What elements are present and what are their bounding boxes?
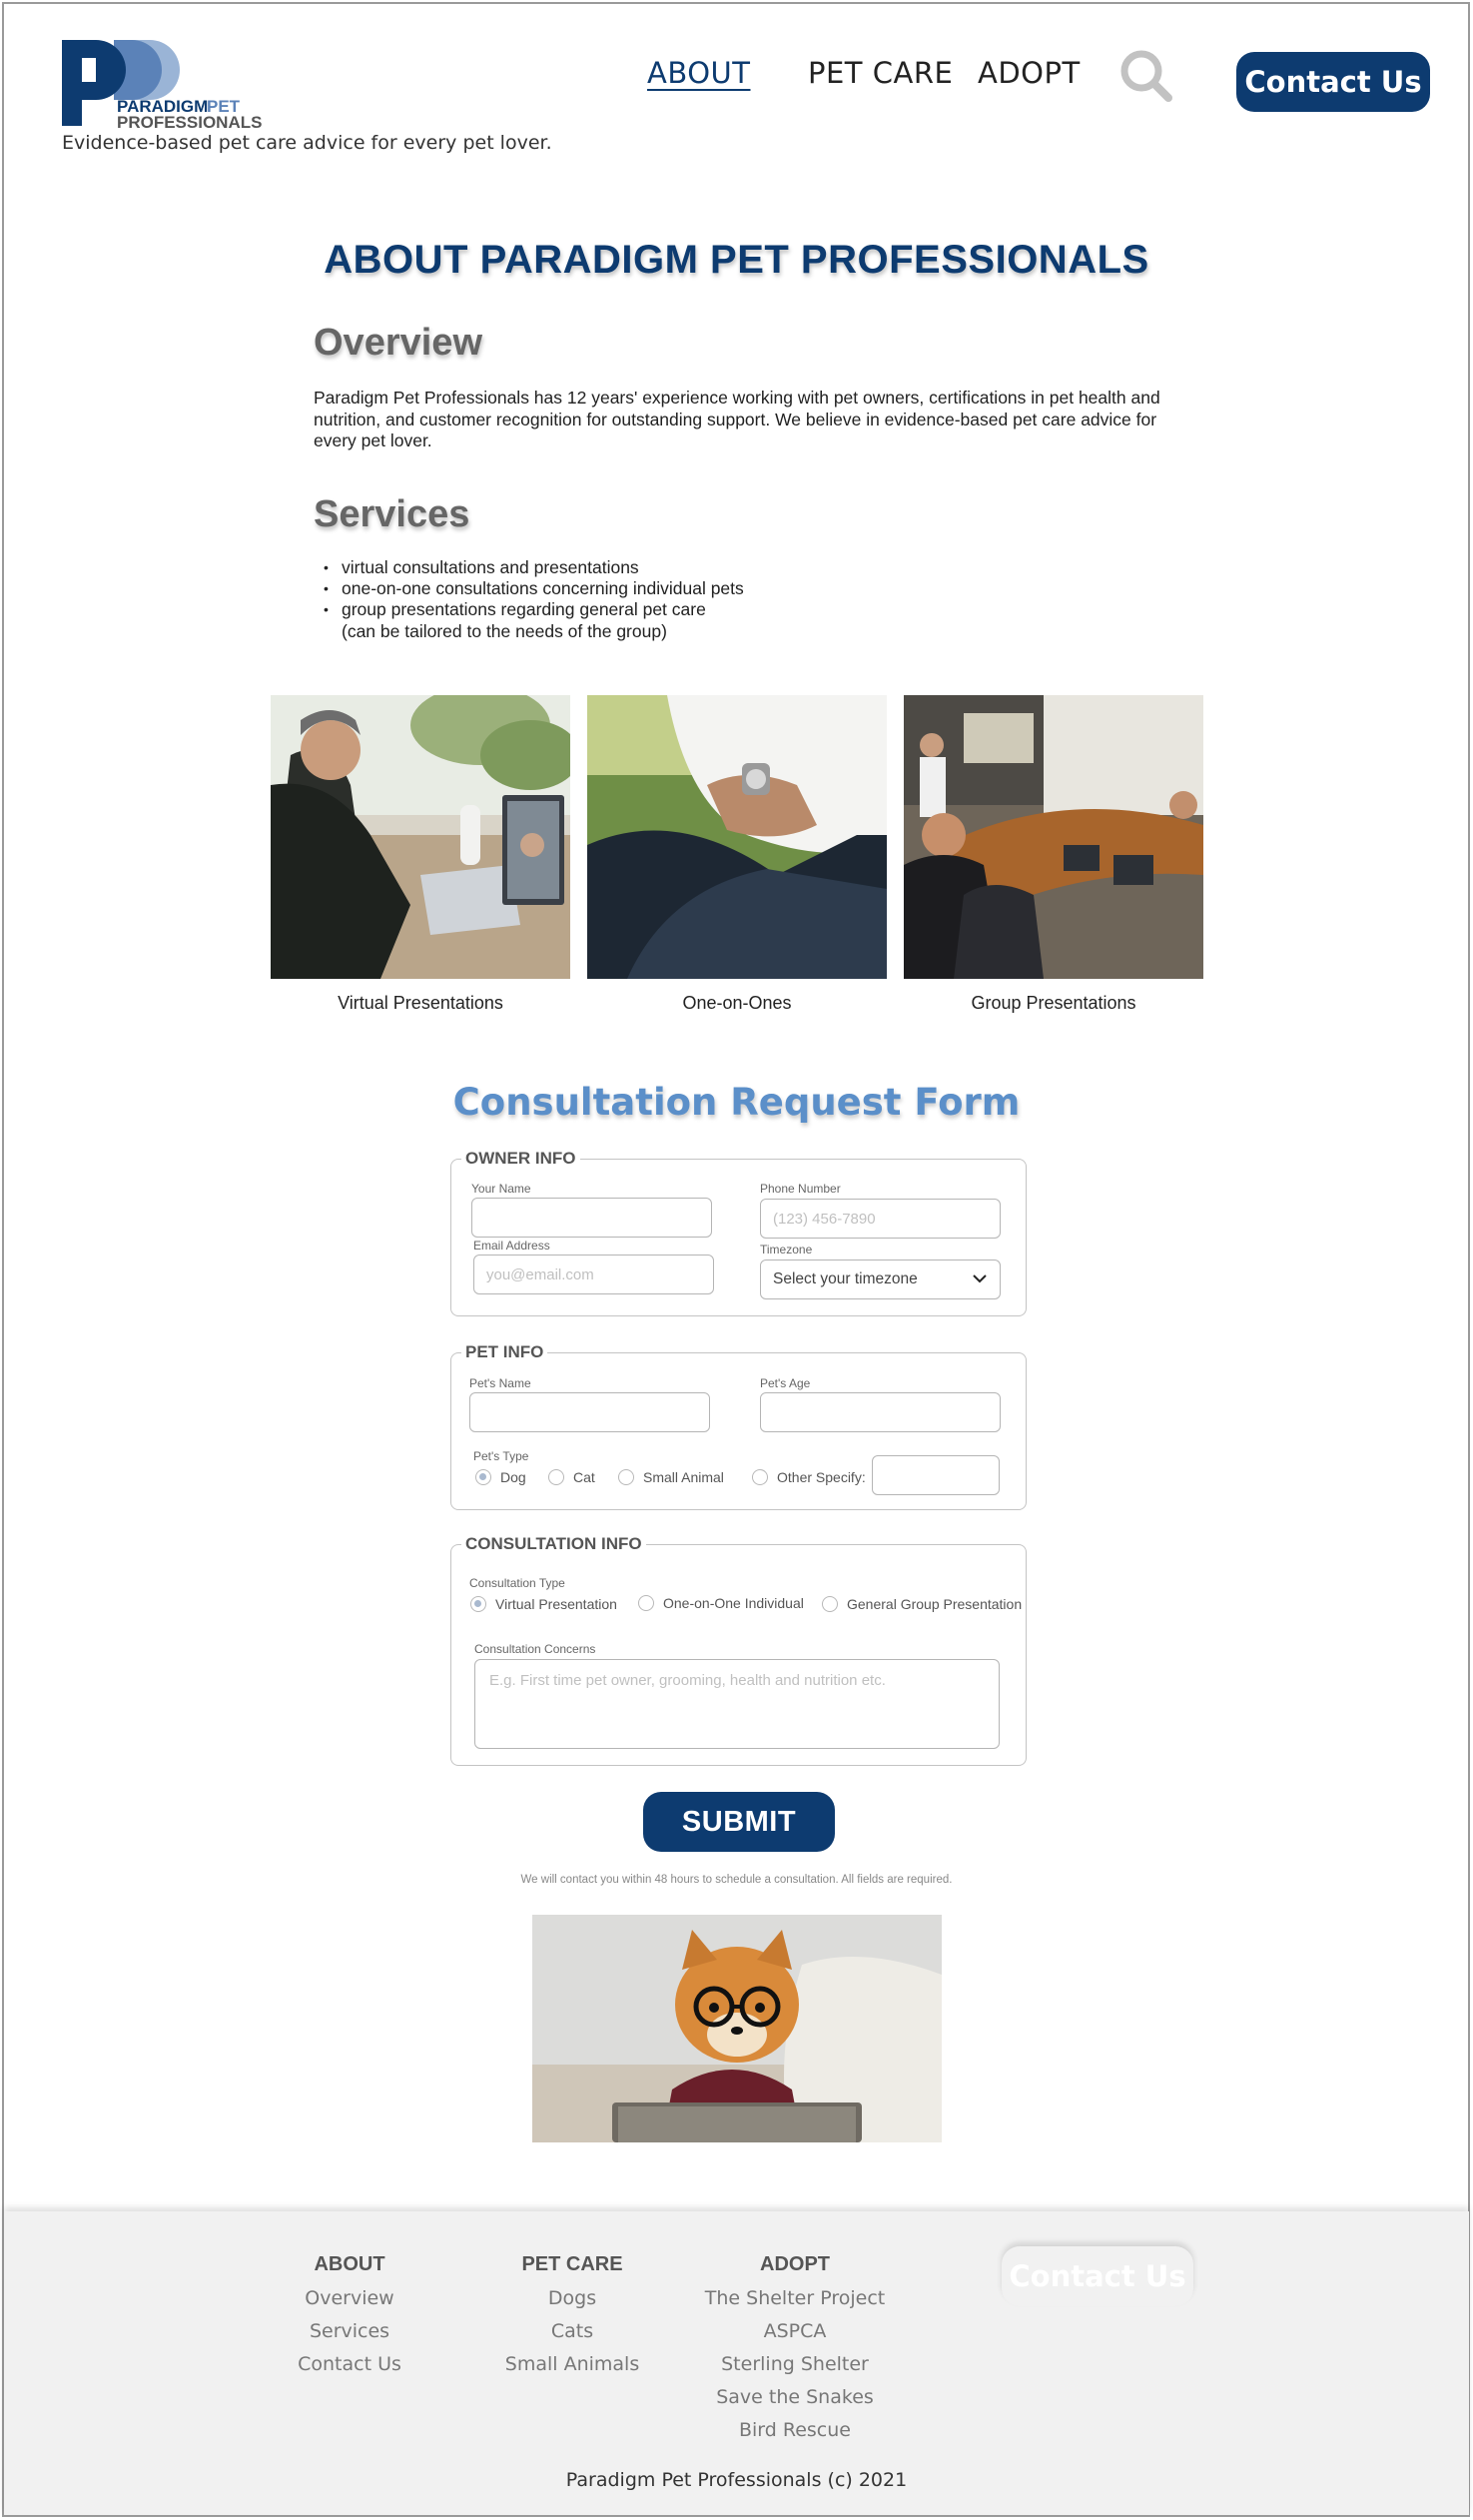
one-on-ones-photo (587, 695, 887, 979)
search-icon[interactable] (1118, 48, 1174, 104)
footer-link-dogs[interactable]: Dogs (497, 2282, 647, 2315)
dog-with-glasses-photo (532, 1915, 942, 2142)
footer-column-pet-care: PET CARE Dogs Cats Small Animals (497, 2249, 647, 2381)
logo[interactable]: PARADIGM PET PROFESSIONALS (62, 38, 282, 132)
radio-icon (822, 1596, 838, 1612)
radio-selected-icon (475, 1469, 491, 1485)
services-list: virtual consultations and presentations … (322, 557, 744, 620)
pet-type-cat[interactable]: Cat (548, 1469, 595, 1485)
virtual-presentations-photo (271, 695, 570, 979)
footer-link-sterling-shelter[interactable]: Sterling Shelter (699, 2348, 891, 2381)
pet-name-input[interactable] (469, 1392, 710, 1432)
timezone-select[interactable]: Select your timezone (760, 1260, 1001, 1299)
owner-info-legend: OWNER INFO (465, 1149, 576, 1168)
consultation-info-legend: CONSULTATION INFO (465, 1534, 642, 1553)
footer-column-about: ABOUT Overview Services Contact Us (290, 2249, 409, 2381)
list-item: one-on-one consultations concerning indi… (322, 578, 744, 599)
submit-button[interactable]: SUBMIT (643, 1792, 835, 1852)
name-label: Your Name (471, 1182, 531, 1196)
footer-link-small-animals[interactable]: Small Animals (497, 2348, 647, 2381)
copyright: Paradigm Pet Professionals (c) 2021 (565, 2469, 908, 2491)
footer-heading: ADOPT (760, 2253, 830, 2275)
pet-age-input[interactable] (760, 1392, 1001, 1432)
nav-pet-care[interactable]: PET CARE (808, 56, 953, 90)
pet-info-legend: PET INFO (465, 1342, 544, 1361)
timezone-label: Timezone (760, 1243, 813, 1257)
footer-heading: PET CARE (521, 2253, 623, 2275)
nav-adopt[interactable]: ADOPT (978, 56, 1081, 90)
tagline: Evidence-based pet care advice for every… (62, 132, 552, 154)
consult-type-virtual[interactable]: Virtual Presentation (470, 1596, 617, 1612)
footer-link-bird-rescue[interactable]: Bird Rescue (699, 2414, 891, 2447)
phone-input[interactable] (760, 1199, 1001, 1239)
pet-type-dog[interactable]: Dog (475, 1469, 526, 1485)
footer-link-aspca[interactable]: ASPCA (699, 2315, 891, 2348)
photo-caption: Virtual Presentations (338, 993, 503, 1013)
email-input[interactable] (473, 1255, 714, 1294)
pet-age-label: Pet's Age (760, 1376, 811, 1390)
pet-type-other[interactable]: Other Specify: (752, 1469, 866, 1485)
name-input[interactable] (471, 1198, 712, 1238)
pet-type-label: Pet's Type (473, 1449, 529, 1463)
radio-selected-icon (470, 1596, 486, 1612)
nav-about[interactable]: ABOUT (647, 56, 751, 90)
consult-type-group[interactable]: General Group Presentation (822, 1596, 1022, 1612)
footer-link-save-the-snakes[interactable]: Save the Snakes (699, 2381, 891, 2414)
footer-link-contact[interactable]: Contact Us (290, 2348, 409, 2381)
list-item: group presentations regarding general pe… (322, 599, 744, 620)
footer-link-overview[interactable]: Overview (290, 2282, 409, 2315)
timezone-value: Select your timezone (773, 1270, 918, 1287)
footer-link-shelter-project[interactable]: The Shelter Project (699, 2282, 891, 2315)
services-heading: Services (314, 493, 470, 535)
pet-name-label: Pet's Name (469, 1376, 531, 1390)
footer-link-services[interactable]: Services (290, 2315, 409, 2348)
concerns-label: Consultation Concerns (474, 1642, 596, 1656)
footer-link-cats[interactable]: Cats (497, 2315, 647, 2348)
footer-column-adopt: ADOPT The Shelter Project ASPCA Sterling… (699, 2249, 891, 2447)
concerns-textarea[interactable] (474, 1659, 1000, 1749)
radio-icon (618, 1469, 634, 1485)
photo-caption: One-on-Ones (682, 993, 792, 1013)
radio-icon (548, 1469, 564, 1485)
services-note: (can be tailored to the needs of the gro… (342, 621, 667, 641)
svg-text:PROFESSIONALS: PROFESSIONALS (117, 113, 262, 128)
email-label: Email Address (473, 1239, 550, 1253)
overview-text: Paradigm Pet Professionals has 12 years'… (314, 388, 1160, 450)
photo-caption: Group Presentations (971, 993, 1136, 1013)
pet-type-small-animal[interactable]: Small Animal (618, 1469, 724, 1485)
chevron-down-icon (973, 1274, 987, 1283)
form-title: Consultation Request Form (452, 1081, 1021, 1124)
page-title: ABOUT PARADIGM PET PROFESSIONALS (324, 238, 1149, 282)
consultation-type-label: Consultation Type (469, 1576, 565, 1590)
form-note: We will contact you within 48 hours to s… (520, 1874, 953, 1886)
consult-type-one-on-one[interactable]: One-on-One Individual (638, 1595, 804, 1611)
list-item: virtual consultations and presentations (322, 557, 744, 578)
footer-contact-button[interactable]: Contact Us (1002, 2246, 1193, 2306)
pet-type-other-input[interactable] (872, 1455, 1000, 1495)
footer-heading: ABOUT (314, 2253, 385, 2275)
overview-heading: Overview (314, 322, 482, 364)
radio-icon (752, 1469, 768, 1485)
phone-label: Phone Number (760, 1182, 841, 1196)
header-contact-button[interactable]: Contact Us (1236, 52, 1430, 112)
radio-icon (638, 1595, 654, 1611)
group-presentations-photo (904, 695, 1203, 979)
